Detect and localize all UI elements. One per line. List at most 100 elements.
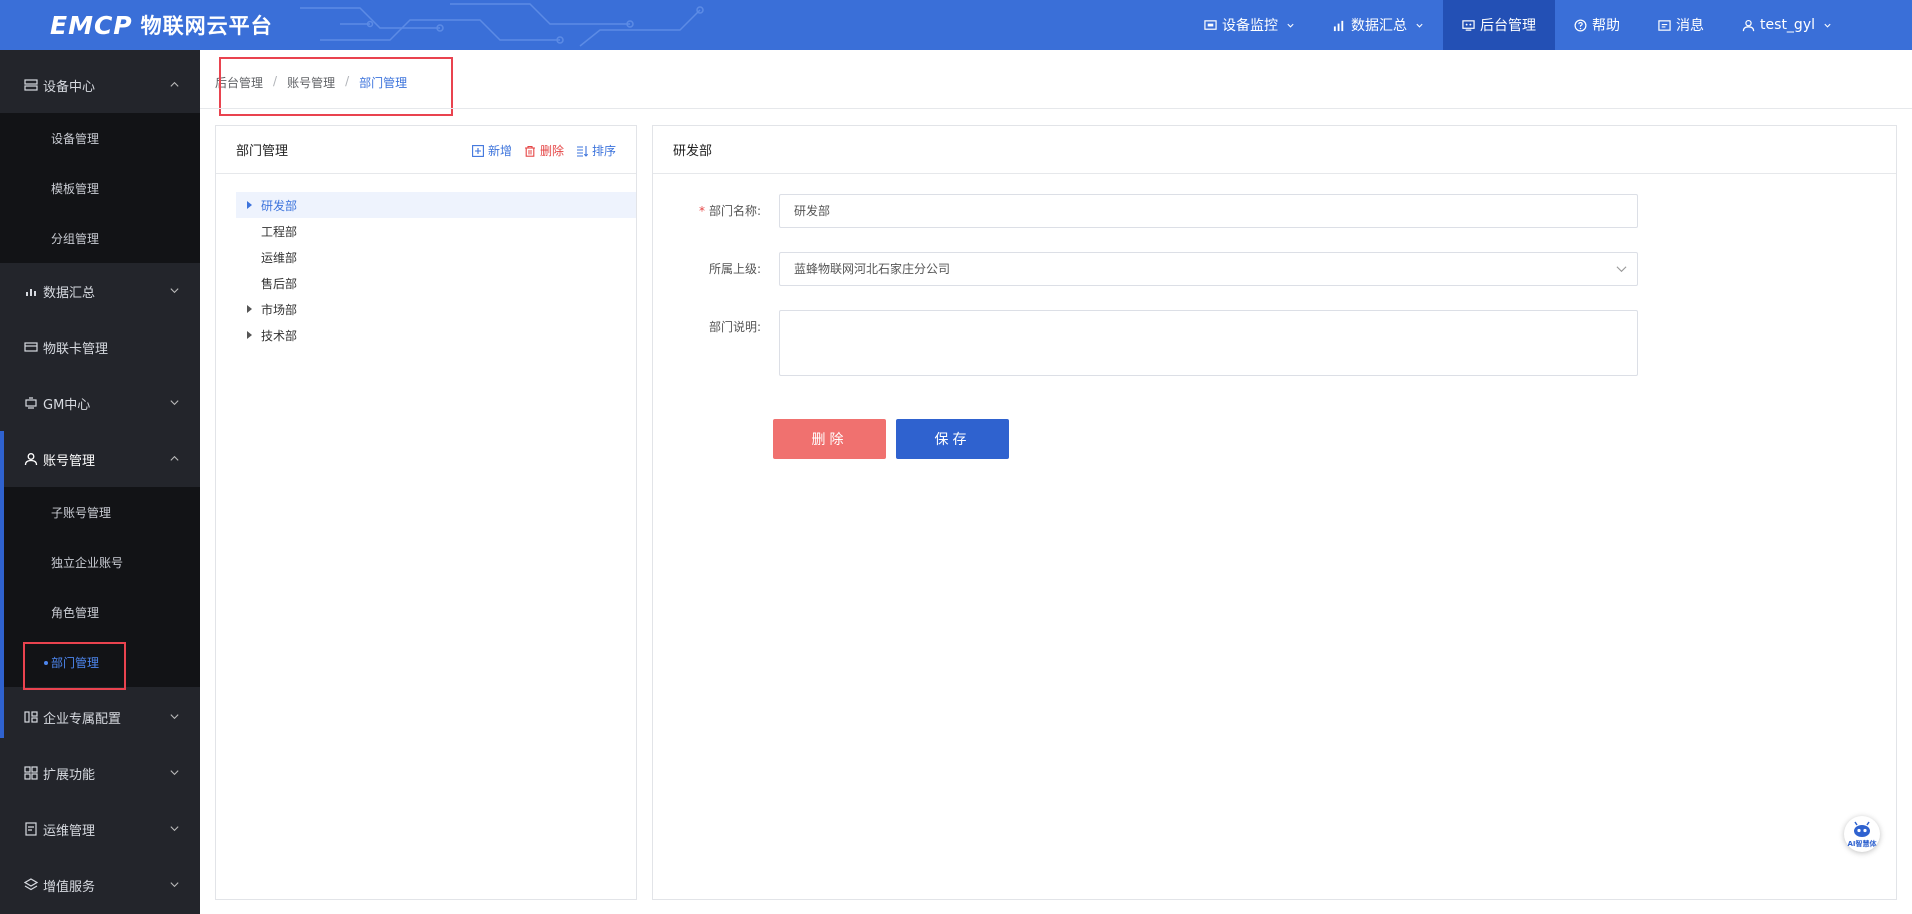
expand-caret-icon[interactable] xyxy=(247,305,252,313)
sidebar-group-label: 增值服务 xyxy=(43,879,96,895)
nav-label: 设备监控 xyxy=(1222,18,1279,34)
sidebar-item-label: 独立企业账号 xyxy=(51,555,124,570)
nav-data-summary[interactable]: 数据汇总 xyxy=(1314,0,1443,50)
add-department-button[interactable]: 新增 xyxy=(472,142,512,159)
label-text: 部门说明: xyxy=(708,320,761,334)
highlight-box-sidebar xyxy=(23,642,126,690)
tree-node-label: 运维部 xyxy=(261,250,298,265)
sidebar-group-label: GM中心 xyxy=(43,397,91,413)
parent-department-select[interactable]: 蓝蜂物联网河北石家庄分公司 xyxy=(779,252,1638,286)
bar-chart-icon xyxy=(1333,20,1344,31)
required-mark: * xyxy=(698,204,705,218)
tree-node-ops[interactable]: 运维部 xyxy=(236,244,636,270)
logo-title: 物联网云平台 xyxy=(140,14,273,38)
sidebar-group-value-added[interactable]: 增值服务 xyxy=(0,857,200,913)
sidebar-item-label: 角色管理 xyxy=(51,605,100,620)
sidebar-group-iot-card[interactable]: 物联卡管理 xyxy=(0,319,200,375)
form-row-parent: 所属上级: 蓝蜂物联网河北石家庄分公司 xyxy=(661,252,1638,286)
tree-node-label: 技术部 xyxy=(261,328,298,343)
sidebar-group-label: 扩展功能 xyxy=(43,767,96,783)
expand-caret-icon[interactable] xyxy=(247,331,252,339)
chevron-up-icon xyxy=(170,455,179,461)
sidebar-group-label: 运维管理 xyxy=(43,823,96,839)
sidebar-group-device-center[interactable]: 设备中心 xyxy=(0,57,200,113)
chart-icon xyxy=(26,289,36,296)
sidebar-item-label: 分组管理 xyxy=(51,231,100,246)
sidebar-item-group-management[interactable]: 分组管理 xyxy=(0,213,200,263)
chevron-down-icon xyxy=(170,770,179,776)
department-description-textarea[interactable] xyxy=(779,310,1638,376)
logo-mark: EMCP xyxy=(50,10,133,40)
chevron-down-icon xyxy=(1616,266,1627,273)
sidebar-item-label: 设备管理 xyxy=(51,131,100,146)
sidebar-group-data-summary[interactable]: 数据汇总 xyxy=(0,263,200,319)
ai-assistant-button[interactable]: AI智慧体 xyxy=(1844,816,1880,852)
sidebar-item-device-management[interactable]: 设备管理 xyxy=(0,113,200,163)
tree-node-label: 市场部 xyxy=(261,302,298,317)
nav-admin[interactable]: 后台管理 xyxy=(1443,0,1556,50)
top-header: EMCP 物联网云平台 设备监控 数据汇总 后台管理 帮助 消息 test_gy… xyxy=(0,0,1912,50)
form-row-name: * 部门名称: 研发部 xyxy=(661,194,1638,228)
sidebar-group-account[interactable]: 账号管理 xyxy=(0,431,200,487)
delete-department-button[interactable]: 删除 xyxy=(524,142,564,159)
sidebar-group-enterprise-config[interactable]: 企业专属配置 xyxy=(0,689,200,745)
sidebar-group-extend[interactable]: 扩展功能 xyxy=(0,745,200,801)
chevron-down-icon xyxy=(1416,23,1423,28)
gm-icon xyxy=(25,397,37,409)
sidebar-group-gm-center[interactable]: GM中心 xyxy=(0,375,200,431)
nav-help[interactable]: 帮助 xyxy=(1555,0,1639,50)
save-button[interactable]: 保存 xyxy=(896,419,1009,459)
label-text: 所属上级: xyxy=(708,262,761,276)
top-nav: 设备监控 数据汇总 后台管理 帮助 消息 test_gyl xyxy=(1185,0,1912,50)
department-name-input[interactable]: 研发部 xyxy=(779,194,1638,228)
sidebar-submenu: 设备管理 模板管理 分组管理 xyxy=(0,113,200,263)
ai-badge-label: AI智慧体 xyxy=(1847,839,1877,848)
form-label: 所属上级: xyxy=(661,252,779,286)
tree-node-after-sales[interactable]: 售后部 xyxy=(236,270,636,296)
service-icon xyxy=(24,878,38,891)
tree-node-label: 工程部 xyxy=(261,224,298,239)
expand-caret-icon[interactable] xyxy=(247,201,252,209)
department-tree-panel: 部门管理 新增 删除 排序 研发部 工程部 运维部 售后部 市场部 技术部 xyxy=(215,125,637,900)
divider xyxy=(200,108,1912,109)
nav-message[interactable]: 消息 xyxy=(1639,0,1723,50)
sidebar-item-enterprise-account[interactable]: 独立企业账号 xyxy=(0,537,200,587)
sidebar-item-label: 子账号管理 xyxy=(51,505,112,520)
sidebar-group-ops[interactable]: 运维管理 xyxy=(0,801,200,857)
tree-node-rd[interactable]: 研发部 xyxy=(236,192,636,218)
message-icon xyxy=(1658,19,1671,31)
tree-node-technology[interactable]: 技术部 xyxy=(236,322,636,348)
nav-label: test_gyl xyxy=(1760,17,1815,33)
help-icon xyxy=(1574,19,1587,31)
config-icon xyxy=(24,711,38,723)
department-tree: 研发部 工程部 运维部 售后部 市场部 技术部 xyxy=(236,192,636,348)
sidebar-item-label: 模板管理 xyxy=(51,181,100,196)
nav-user-menu[interactable]: test_gyl xyxy=(1723,0,1912,50)
sort-icon xyxy=(576,145,588,157)
tree-node-label: 售后部 xyxy=(261,276,298,291)
nav-label: 数据汇总 xyxy=(1351,18,1408,34)
chevron-up-icon xyxy=(170,81,179,87)
sidebar-item-sub-account[interactable]: 子账号管理 xyxy=(0,487,200,537)
robot-icon xyxy=(1854,821,1870,837)
tool-label: 排序 xyxy=(591,144,616,158)
delete-button[interactable]: 删除 xyxy=(773,419,886,459)
nav-label: 消息 xyxy=(1676,18,1705,34)
tree-node-marketing[interactable]: 市场部 xyxy=(236,296,636,322)
sidebar-item-role-management[interactable]: 角色管理 xyxy=(0,587,200,637)
trash-icon xyxy=(524,145,535,157)
panel-header: 部门管理 新增 删除 排序 xyxy=(216,126,636,174)
department-detail-panel: 研发部 * 部门名称: 研发部 所属上级: 蓝蜂物联网河北石家庄分公司 部门说明:… xyxy=(652,125,1897,900)
logo[interactable]: EMCP 物联网云平台 xyxy=(50,10,273,40)
sidebar-item-template-management[interactable]: 模板管理 xyxy=(0,163,200,213)
account-icon xyxy=(24,453,38,466)
sidebar-group-label: 账号管理 xyxy=(43,453,96,469)
tree-toolbar: 新增 删除 排序 xyxy=(460,142,616,159)
sort-department-button[interactable]: 排序 xyxy=(576,142,616,159)
panel-title: 研发部 xyxy=(673,144,713,159)
monitor-icon xyxy=(1204,19,1217,30)
chevron-down-icon xyxy=(170,400,179,406)
tree-node-engineering[interactable]: 工程部 xyxy=(236,218,636,244)
chevron-down-icon xyxy=(1824,23,1831,28)
nav-device-monitor[interactable]: 设备监控 xyxy=(1185,0,1314,50)
